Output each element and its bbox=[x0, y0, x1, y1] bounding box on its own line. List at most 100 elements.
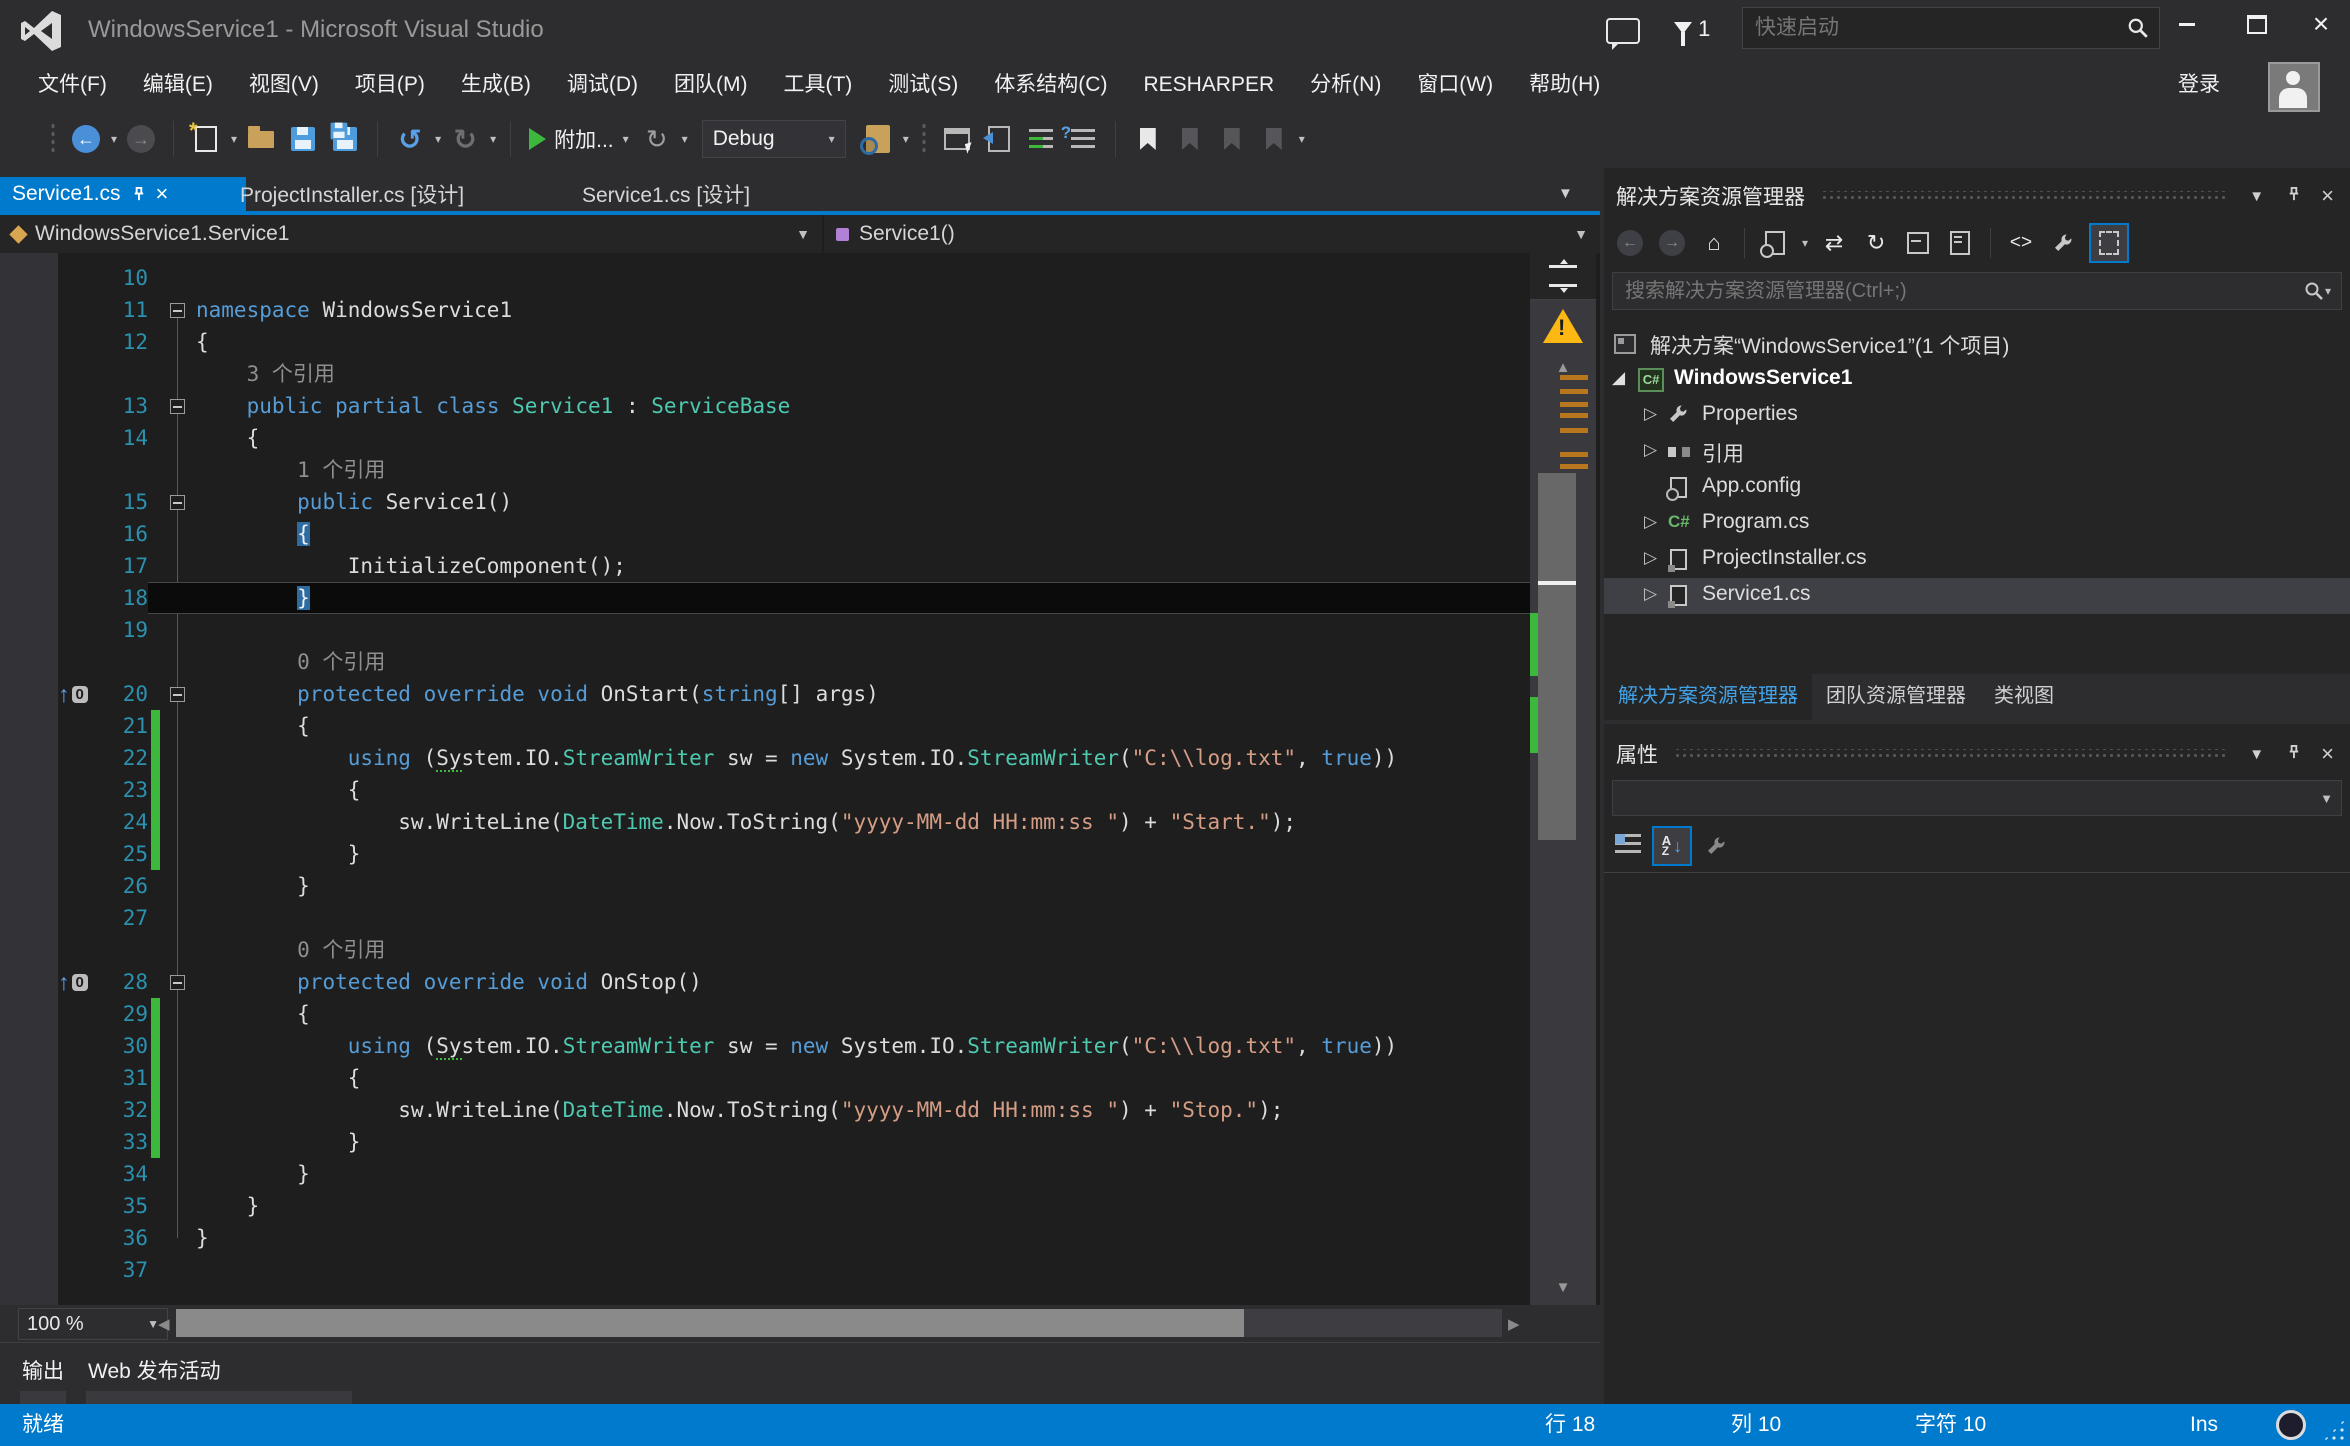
expander-collapsed-icon[interactable]: ▷ bbox=[1644, 512, 1657, 532]
solution-configuration-combobox[interactable]: Debug ▾ bbox=[702, 120, 846, 158]
fold-toggle[interactable] bbox=[170, 303, 185, 318]
expander-expanded-icon[interactable]: ◢ bbox=[1612, 368, 1625, 388]
warning-mark[interactable] bbox=[1560, 413, 1588, 418]
window-position-dropdown-icon[interactable]: ▼ bbox=[2243, 188, 2270, 205]
tab-service1-cs-design[interactable]: Service1.cs [设计] bbox=[566, 177, 766, 211]
close-icon[interactable]: × bbox=[2317, 183, 2338, 209]
vertical-scrollbar[interactable]: ▲ ▼ bbox=[1530, 253, 1596, 1305]
scroll-right-arrow[interactable]: ▶ bbox=[1508, 1315, 1520, 1333]
override-indicator-icon[interactable]: ↑ bbox=[58, 683, 70, 706]
forward-button[interactable]: → bbox=[1656, 226, 1688, 260]
fold-toggle[interactable] bbox=[170, 495, 185, 510]
horizontal-scrollbar-thumb[interactable] bbox=[176, 1309, 1244, 1337]
horizontal-scrollbar[interactable] bbox=[176, 1309, 1502, 1337]
clear-bookmarks-button[interactable] bbox=[1256, 121, 1292, 157]
fold-toggle[interactable] bbox=[170, 975, 185, 990]
sign-in-link[interactable]: 登录 bbox=[2178, 60, 2220, 110]
quick-launch-search[interactable] bbox=[1742, 7, 2160, 49]
resharper-status-icon[interactable] bbox=[2276, 1410, 2306, 1440]
panel-tab-stub[interactable] bbox=[20, 1391, 66, 1405]
maximize-button[interactable] bbox=[2228, 0, 2286, 48]
menu-item-8[interactable]: 工具(T) bbox=[765, 60, 870, 110]
menu-item-5[interactable]: 生成(B) bbox=[443, 60, 549, 110]
tree-item-service1-cs[interactable]: ▷ Service1.cs bbox=[1604, 578, 2350, 614]
override-indicator-icon[interactable]: ↑ bbox=[58, 971, 70, 994]
close-tab-icon[interactable]: × bbox=[156, 181, 169, 207]
previous-bookmark-button[interactable] bbox=[1172, 121, 1208, 157]
editor-split-handle[interactable] bbox=[1530, 253, 1596, 300]
pending-changes-filter-button[interactable] bbox=[1759, 226, 1791, 260]
tab-list-dropdown-icon[interactable]: ▼ bbox=[1558, 185, 1573, 202]
fold-toggle[interactable] bbox=[170, 687, 185, 702]
menu-item-9[interactable]: 测试(S) bbox=[870, 60, 976, 110]
minimize-button[interactable] bbox=[2158, 0, 2216, 48]
menu-item-12[interactable]: 分析(N) bbox=[1292, 60, 1399, 110]
tab-team-explorer[interactable]: 团队资源管理器 bbox=[1812, 674, 1980, 720]
expander-collapsed-icon[interactable]: ▷ bbox=[1644, 440, 1657, 460]
attach-to-process-button[interactable]: 附加... ▾ bbox=[525, 124, 633, 154]
navigate-backward-button[interactable]: ← bbox=[68, 121, 104, 157]
pin-icon[interactable] bbox=[131, 187, 146, 202]
window-position-dropdown-icon[interactable]: ▼ bbox=[2243, 746, 2270, 763]
close-button[interactable]: × bbox=[2292, 0, 2350, 48]
tab-projectinstaller-cs-design[interactable]: ProjectInstaller.cs [设计] bbox=[224, 177, 480, 211]
navigate-to-code-button[interactable] bbox=[981, 121, 1017, 157]
file-health-warning-icon[interactable] bbox=[1543, 309, 1583, 343]
menu-item-14[interactable]: 帮助(H) bbox=[1511, 60, 1618, 110]
categorized-button[interactable] bbox=[1612, 829, 1644, 863]
close-icon[interactable]: × bbox=[2317, 741, 2338, 767]
type-dropdown[interactable]: WindowsService1.Service1 ▼ bbox=[0, 215, 824, 253]
find-in-files-button[interactable] bbox=[860, 121, 896, 157]
properties-title-bar[interactable]: 属性 ▼ × bbox=[1604, 734, 2350, 774]
vertical-scrollbar-thumb[interactable] bbox=[1538, 473, 1576, 840]
undo-button[interactable]: ↺ bbox=[392, 121, 428, 157]
tab-class-view[interactable]: 类视图 bbox=[1980, 674, 2068, 720]
toggle-bookmark-button[interactable] bbox=[1130, 121, 1166, 157]
view-code-button[interactable]: <> bbox=[2005, 226, 2037, 260]
menu-item-11[interactable]: RESHARPER bbox=[1125, 60, 1292, 110]
output-panel-tab[interactable]: 输出 bbox=[22, 1355, 64, 1385]
next-bookmark-button[interactable] bbox=[1214, 121, 1250, 157]
menu-item-6[interactable]: 调试(D) bbox=[549, 60, 656, 110]
warning-mark[interactable] bbox=[1560, 464, 1588, 469]
pin-icon[interactable] bbox=[2280, 187, 2307, 206]
solution-explorer-search[interactable]: ▾ bbox=[1612, 272, 2342, 310]
tab-service1-cs[interactable]: Service1.cs × bbox=[0, 177, 246, 211]
toolbar-drag-handle[interactable] bbox=[50, 122, 56, 156]
zoom-level-combobox[interactable]: 100 % ▼ bbox=[18, 1308, 168, 1340]
fold-toggle[interactable] bbox=[170, 399, 185, 414]
toolbar-drag-handle[interactable] bbox=[921, 122, 927, 156]
tree-item-references[interactable]: ▷ 引用 bbox=[1604, 434, 2350, 470]
quick-launch-input[interactable] bbox=[1753, 15, 2127, 41]
expander-collapsed-icon[interactable]: ▷ bbox=[1644, 584, 1657, 604]
properties-pages-button[interactable] bbox=[1944, 226, 1976, 260]
web-publish-activity-tab[interactable]: Web 发布活动 bbox=[88, 1355, 221, 1385]
scroll-left-arrow[interactable]: ◀ bbox=[158, 1315, 170, 1333]
menu-item-10[interactable]: 体系结构(C) bbox=[976, 60, 1125, 110]
format-selection-button[interactable] bbox=[1065, 121, 1101, 157]
tree-item-program-cs[interactable]: ▷ C# Program.cs bbox=[1604, 506, 2350, 542]
notifications-flag-icon[interactable]: 1 bbox=[1674, 16, 1710, 42]
restart-button[interactable]: ↻ bbox=[639, 121, 675, 157]
expander-collapsed-icon[interactable]: ▷ bbox=[1644, 548, 1657, 568]
warning-mark[interactable] bbox=[1560, 389, 1588, 394]
tree-item-app-config[interactable]: App.config bbox=[1604, 470, 2350, 506]
feedback-icon[interactable] bbox=[1606, 18, 1640, 44]
pin-icon[interactable] bbox=[2280, 745, 2307, 764]
expander-collapsed-icon[interactable]: ▷ bbox=[1644, 404, 1657, 424]
home-button[interactable]: ⌂ bbox=[1698, 226, 1730, 260]
user-avatar[interactable] bbox=[2268, 62, 2320, 112]
menu-item-1[interactable]: 文件(F) bbox=[20, 60, 125, 110]
scroll-up-arrow[interactable]: ▲ bbox=[1530, 359, 1596, 376]
menu-item-2[interactable]: 编辑(E) bbox=[125, 60, 231, 110]
back-button[interactable]: ← bbox=[1614, 226, 1646, 260]
collapse-all-button[interactable] bbox=[1902, 226, 1934, 260]
scroll-down-arrow[interactable]: ▼ bbox=[1530, 1279, 1596, 1296]
redo-button[interactable]: ↻ bbox=[447, 121, 483, 157]
save-button[interactable] bbox=[285, 121, 321, 157]
warning-mark[interactable] bbox=[1560, 452, 1588, 457]
tree-item-properties[interactable]: ▷ Properties bbox=[1604, 398, 2350, 434]
tree-item-solution[interactable]: 解决方案“WindowsService1”(1 个项目) bbox=[1604, 326, 2350, 362]
tab-solution-explorer[interactable]: 解决方案资源管理器 bbox=[1604, 674, 1812, 720]
open-file-button[interactable] bbox=[243, 121, 279, 157]
